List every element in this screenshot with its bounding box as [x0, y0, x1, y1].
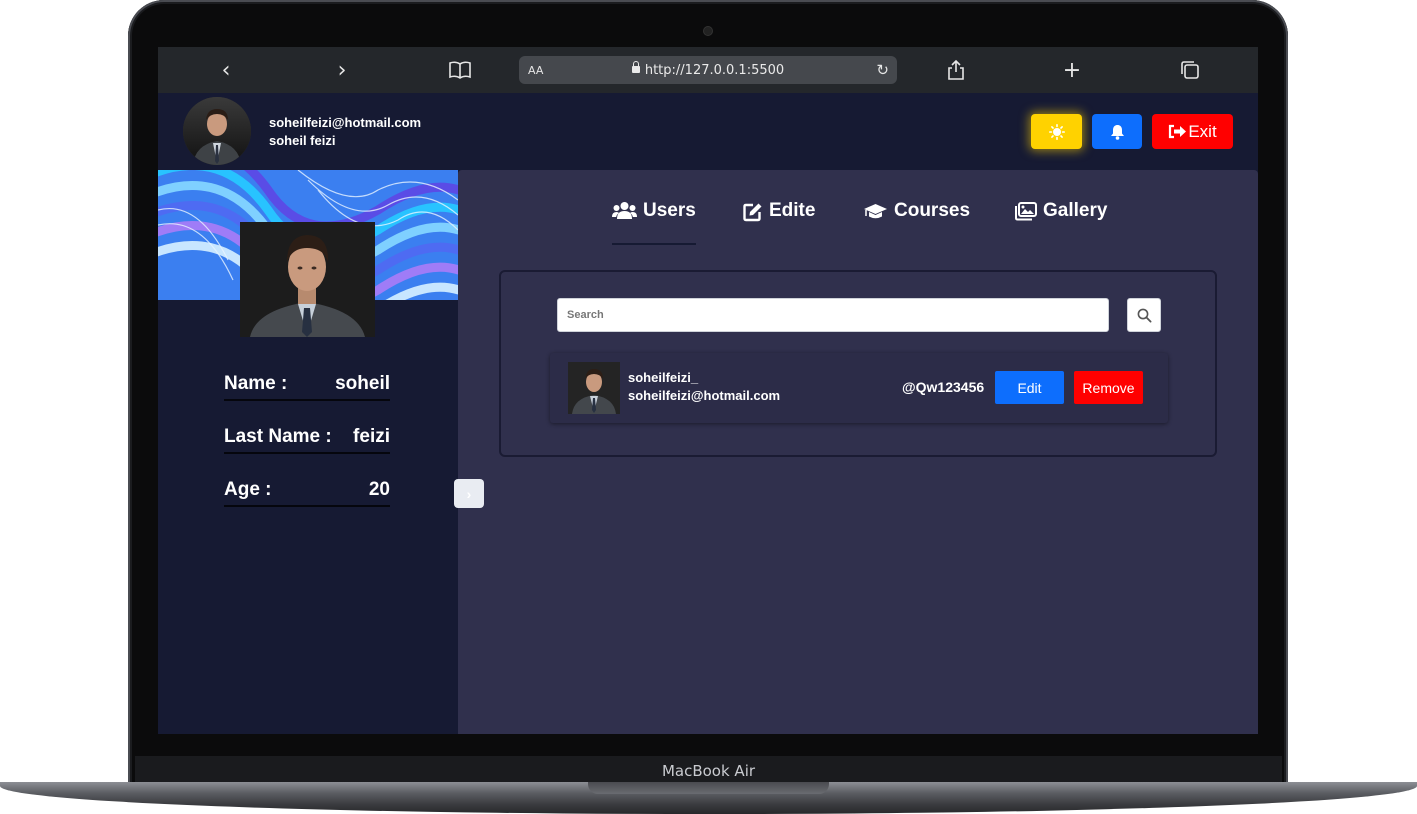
- remove-user-button[interactable]: Remove: [1074, 371, 1143, 404]
- bookmarks-icon[interactable]: [448, 58, 472, 82]
- new-tab-icon[interactable]: +: [1062, 58, 1082, 83]
- user-details: soheilfeizi_ soheilfeizi@hotmail.com: [628, 369, 780, 405]
- profile-sidebar: Name : soheil Last Name : feizi Age : 20: [158, 170, 458, 734]
- search-input[interactable]: [557, 298, 1109, 332]
- exit-label: Exit: [1188, 121, 1217, 141]
- url-text: http://127.0.0.1:5500: [519, 60, 897, 78]
- camera: [704, 27, 712, 35]
- forward-icon[interactable]: ›: [332, 58, 352, 83]
- back-icon[interactable]: ‹: [216, 58, 236, 83]
- edit-icon: [743, 203, 762, 222]
- browser-toolbar: ‹ › AA http://127.0.0.1:5500 ↻ +: [158, 47, 1258, 93]
- url-value: http://127.0.0.1:5500: [644, 62, 785, 78]
- tab-courses[interactable]: Courses: [863, 200, 970, 246]
- graduation-cap-icon: [864, 204, 887, 219]
- search-button[interactable]: [1127, 298, 1161, 332]
- images-icon: [1015, 202, 1037, 221]
- main-panel: Users Edite Courses Gallery Search sohei…: [458, 170, 1258, 734]
- field-label: Last Name :: [224, 426, 332, 447]
- address-bar[interactable]: AA http://127.0.0.1:5500 ↻: [519, 56, 897, 84]
- profile-field-last-name: Last Name : feizi: [224, 424, 390, 454]
- tab-label: Gallery: [1043, 200, 1108, 221]
- search-icon: [1137, 308, 1152, 323]
- tab-label: Edite: [769, 200, 816, 221]
- lock-icon: [631, 60, 640, 73]
- profile-photo: [240, 222, 375, 337]
- avatar[interactable]: [183, 97, 251, 165]
- sidebar-toggle-button[interactable]: ›: [454, 479, 484, 508]
- exit-button[interactable]: Exit: [1152, 114, 1233, 149]
- user-email: soheilfeizi@hotmail.com: [628, 388, 781, 403]
- user-info: soheilfeizi@hotmail.com soheil feizi: [269, 114, 421, 150]
- user-avatar: [568, 362, 620, 414]
- user-password: @Qw123456: [902, 379, 985, 395]
- reload-icon[interactable]: ↻: [876, 61, 889, 79]
- field-value: 20: [368, 479, 390, 500]
- chevron-right-icon: ›: [466, 485, 472, 502]
- sign-out-icon: [1169, 124, 1187, 139]
- tab-label: Users: [643, 200, 696, 221]
- tabs-overview-icon[interactable]: [1179, 58, 1201, 82]
- theme-toggle-button[interactable]: [1031, 114, 1082, 149]
- screen: ‹ › AA http://127.0.0.1:5500 ↻ + soheilf…: [158, 47, 1258, 734]
- sun-icon: [1048, 123, 1065, 140]
- app-header: soheilfeizi@hotmail.com soheil feizi Exi…: [158, 93, 1258, 170]
- users-icon: [612, 202, 637, 219]
- field-label: Name :: [224, 373, 288, 394]
- user-username: soheilfeizi_: [628, 370, 699, 385]
- profile-field-name: Name : soheil: [224, 371, 390, 401]
- edit-user-button[interactable]: Edit: [995, 371, 1064, 404]
- table-row: soheilfeizi_ soheilfeizi@hotmail.com @Qw…: [550, 353, 1168, 423]
- user-full-name: soheil feizi: [269, 133, 336, 148]
- tab-edite[interactable]: Edite: [743, 200, 815, 246]
- field-value: feizi: [353, 426, 390, 447]
- profile-field-age: Age : 20: [224, 477, 390, 507]
- users-card: soheilfeizi_ soheilfeizi@hotmail.com @Qw…: [499, 270, 1217, 457]
- tab-label: Courses: [894, 200, 971, 221]
- tab-gallery[interactable]: Gallery: [1015, 200, 1107, 246]
- user-email: soheilfeizi@hotmail.com: [269, 115, 422, 130]
- tab-users[interactable]: Users: [612, 200, 696, 246]
- laptop-hinge-notch: [588, 782, 829, 794]
- bell-icon: [1110, 124, 1124, 140]
- device-label: MacBook Air: [661, 762, 756, 780]
- share-icon[interactable]: [946, 58, 966, 82]
- field-value: soheil: [335, 373, 390, 394]
- field-label: Age :: [224, 479, 272, 500]
- notifications-button[interactable]: [1092, 114, 1142, 149]
